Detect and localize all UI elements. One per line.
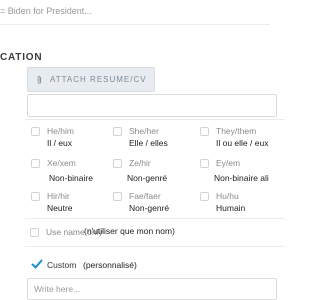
pronoun-translation: Elle / elles [129, 138, 168, 148]
pronoun-translation: Non-genré [127, 173, 168, 183]
checkbox[interactable] [31, 127, 40, 136]
pronoun-translation: Humain [216, 203, 246, 213]
top-input-text: = Biden for President... [0, 6, 92, 16]
pronoun-translation: Il ou elle / eux [216, 138, 269, 148]
paperclip-icon [37, 75, 42, 84]
pronoun-label: Hir/hir [47, 191, 70, 201]
checkmark-icon[interactable] [31, 258, 43, 270]
checkbox[interactable] [30, 228, 39, 237]
pronoun-label: They/them [216, 126, 257, 136]
pronoun-label: He/him [47, 126, 74, 136]
pronoun-label: Xe/xem [47, 158, 76, 168]
pronoun-translation: Non-genré [129, 203, 170, 213]
attach-resume-button[interactable]: ATTACH RESUME/CV [27, 67, 155, 92]
checkbox[interactable] [113, 127, 122, 136]
section-heading: CATION [0, 52, 43, 63]
pronoun-label: Ze/hir [129, 158, 151, 168]
pronoun-label: Fae/faer [129, 191, 161, 201]
custom-note: (personnalisé) [83, 260, 137, 270]
use-name-only-note: (n'utiliser que mon nom) [84, 226, 175, 236]
divider [25, 246, 285, 247]
divider [25, 218, 285, 219]
checkbox[interactable] [31, 159, 40, 168]
pronoun-label: Hu/hu [216, 191, 239, 201]
pronoun-label: Ey/em [216, 158, 241, 168]
checkbox[interactable] [200, 159, 209, 168]
pronoun-translation: Non-binaire ali [214, 173, 269, 183]
attach-resume-label: ATTACH RESUME/CV [50, 75, 147, 84]
checkbox[interactable] [113, 192, 122, 201]
checkbox[interactable] [31, 192, 40, 201]
pronoun-translation: Non-binaire [49, 173, 93, 183]
top-divider [0, 24, 270, 25]
custom-pronoun-input[interactable] [27, 278, 277, 300]
custom-label[interactable]: Custom [47, 260, 76, 270]
pronoun-translation: Il / eux [47, 138, 73, 148]
pronoun-label: She/her [129, 126, 159, 136]
file-field[interactable] [27, 94, 277, 117]
checkbox[interactable] [200, 192, 209, 201]
pronoun-options: He/him Il / eux She/her Elle / elles The… [25, 119, 285, 218]
pronoun-translation: Neutre [47, 203, 73, 213]
checkbox[interactable] [113, 159, 122, 168]
checkbox[interactable] [200, 127, 209, 136]
